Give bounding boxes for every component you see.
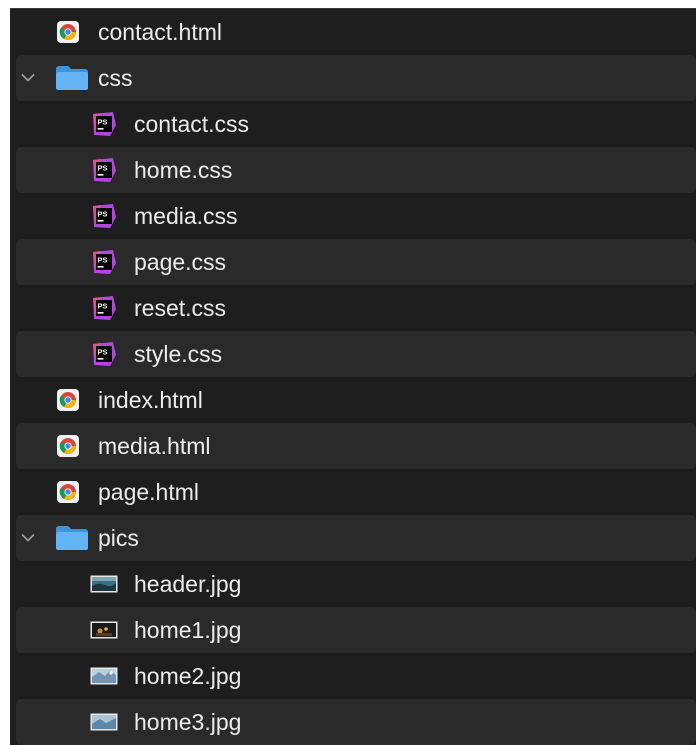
- svg-text:PS: PS: [98, 302, 108, 311]
- file-name: header.jpg: [134, 570, 242, 597]
- phpstorm-icon: PS: [90, 294, 118, 322]
- file-row-media-css[interactable]: PS media.css: [16, 193, 696, 239]
- file-list: contact.html css PS contact.css PS home.…: [10, 9, 696, 745]
- image-thumbnail-icon: [90, 570, 118, 598]
- file-name: media.css: [134, 202, 238, 229]
- file-row-index-html[interactable]: index.html: [16, 377, 696, 423]
- chrome-html-icon: [54, 432, 82, 460]
- image-thumbnail-icon: [90, 708, 118, 736]
- file-name: reset.css: [134, 294, 227, 321]
- file-row-reset-css[interactable]: PS reset.css: [16, 285, 696, 331]
- svg-text:PS: PS: [98, 256, 108, 265]
- file-row-home-css[interactable]: PS home.css: [16, 147, 696, 193]
- file-name: contact.html: [98, 18, 222, 45]
- file-row-home3-jpg[interactable]: home3.jpg: [16, 699, 696, 745]
- chrome-html-icon: [54, 478, 82, 506]
- folder-name: pics: [98, 524, 139, 551]
- svg-text:PS: PS: [98, 348, 108, 357]
- file-row-media-html[interactable]: media.html: [16, 423, 696, 469]
- file-name: index.html: [98, 386, 203, 413]
- finder-window: contact.html css PS contact.css PS home.…: [10, 8, 696, 745]
- folder-icon: [54, 524, 90, 552]
- file-name: home1.jpg: [134, 616, 242, 643]
- svg-text:PS: PS: [98, 210, 108, 219]
- svg-text:PS: PS: [98, 164, 108, 173]
- image-thumbnail-icon: [90, 616, 118, 644]
- file-name: page.css: [134, 248, 227, 275]
- file-name: home3.jpg: [134, 708, 242, 735]
- chrome-html-icon: [54, 386, 82, 414]
- file-row-header-jpg[interactable]: header.jpg: [16, 561, 696, 607]
- phpstorm-icon: PS: [90, 202, 118, 230]
- chrome-html-icon: [54, 18, 82, 46]
- file-name: media.html: [98, 432, 211, 459]
- file-row-contact-html[interactable]: contact.html: [16, 9, 696, 55]
- svg-text:PS: PS: [98, 118, 108, 127]
- image-thumbnail-icon: [90, 662, 118, 690]
- file-name: style.css: [134, 340, 223, 367]
- file-row-home2-jpg[interactable]: home2.jpg: [16, 653, 696, 699]
- folder-row-css[interactable]: css: [16, 55, 696, 101]
- folder-row-pics[interactable]: pics: [16, 515, 696, 561]
- file-row-page-css[interactable]: PS page.css: [16, 239, 696, 285]
- file-name: contact.css: [134, 110, 250, 137]
- phpstorm-icon: PS: [90, 248, 118, 276]
- phpstorm-icon: PS: [90, 340, 118, 368]
- folder-icon: [54, 64, 90, 92]
- file-name: home2.jpg: [134, 662, 242, 689]
- file-row-style-css[interactable]: PS style.css: [16, 331, 696, 377]
- file-name: home.css: [134, 156, 233, 183]
- folder-name: css: [98, 64, 133, 91]
- phpstorm-icon: PS: [90, 156, 118, 184]
- file-row-contact-css[interactable]: PS contact.css: [16, 101, 696, 147]
- file-name: page.html: [98, 478, 200, 505]
- file-row-home1-jpg[interactable]: home1.jpg: [16, 607, 696, 653]
- file-row-page-html[interactable]: page.html: [16, 469, 696, 515]
- phpstorm-icon: PS: [90, 110, 118, 138]
- chevron-down-icon[interactable]: [18, 68, 38, 88]
- chevron-down-icon[interactable]: [18, 528, 38, 548]
